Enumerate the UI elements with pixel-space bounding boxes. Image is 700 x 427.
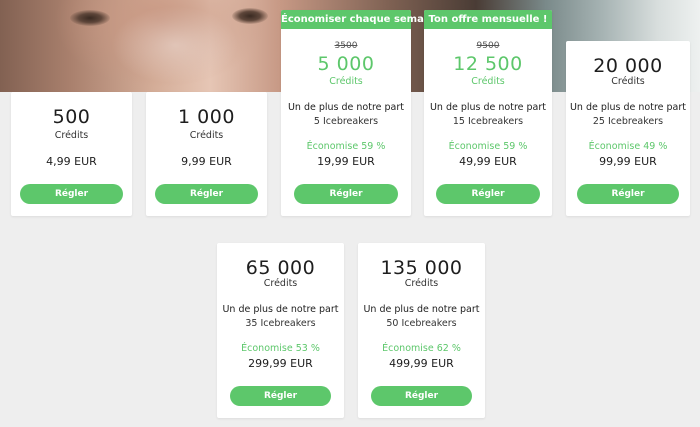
saving-percent: Économise 62 % xyxy=(382,343,461,354)
saving-percent: Économise 53 % xyxy=(241,343,320,354)
credit-amount: 65 000 xyxy=(245,257,316,279)
credit-unit: Crédits xyxy=(404,278,439,289)
credit-amount: 12 500 xyxy=(453,53,523,75)
credit-amount: 5 000 xyxy=(317,53,375,75)
bonus-icebreakers: 25 Icebreakers xyxy=(592,116,664,127)
package-card-135000: 135 000 Crédits Un de plus de notre part… xyxy=(358,243,485,418)
credit-unit: Crédits xyxy=(329,76,363,87)
package-price: 4,99 EUR xyxy=(46,155,97,168)
package-card-20000: 20 000 Crédits Un de plus de notre part … xyxy=(566,41,690,216)
bonus-title: Un de plus de notre part xyxy=(429,102,547,113)
package-price: 19,99 EUR xyxy=(317,155,375,168)
package-price: 99,99 EUR xyxy=(599,155,657,168)
package-price: 499,99 EUR xyxy=(389,357,454,370)
credit-unit: Crédits xyxy=(471,76,505,87)
credit-amount: 135 000 xyxy=(380,257,463,279)
pay-button[interactable]: Régler xyxy=(20,184,123,204)
saving-percent: Économise 59 % xyxy=(306,141,386,152)
package-price: 9,99 EUR xyxy=(181,155,232,168)
bonus-title: Un de plus de notre part xyxy=(363,304,480,315)
old-credit-amount: 3500 xyxy=(334,41,358,51)
promo-banner-monthly: Ton offre mensuelle ! xyxy=(424,10,552,29)
pay-button[interactable]: Régler xyxy=(155,184,258,204)
package-card-500: 500 Crédits 4,99 EUR Régler xyxy=(11,92,132,216)
bonus-title: Un de plus de notre part xyxy=(222,304,339,315)
old-credit-amount: 9500 xyxy=(476,41,500,51)
hero-eye-right xyxy=(232,8,268,24)
bonus-icebreakers: 50 Icebreakers xyxy=(386,318,457,329)
pay-button[interactable]: Régler xyxy=(577,184,679,204)
bonus-title: Un de plus de notre part xyxy=(287,102,405,113)
package-card-1000: 1 000 Crédits 9,99 EUR Régler xyxy=(146,92,267,216)
package-card-5000: Économiser chaque semaine ! 3500 5 000 C… xyxy=(281,10,449,216)
pay-button[interactable]: Régler xyxy=(436,184,540,204)
package-price: 49,99 EUR xyxy=(459,155,517,168)
pay-button[interactable]: Régler xyxy=(371,386,472,406)
bonus-icebreakers: 5 Icebreakers xyxy=(313,116,379,127)
promo-banner-weekly: Économiser chaque semaine ! xyxy=(281,10,449,29)
bonus-icebreakers: 15 Icebreakers xyxy=(452,116,524,127)
package-card-65000: 65 000 Crédits Un de plus de notre part … xyxy=(217,243,344,418)
bonus-icebreakers: 35 Icebreakers xyxy=(245,318,316,329)
credit-amount: 500 xyxy=(52,106,91,128)
credit-unit: Crédits xyxy=(611,76,645,87)
hero-eye-left xyxy=(70,10,110,26)
package-card-12500: Ton offre mensuelle ! 9500 12 500 Crédit… xyxy=(424,10,552,216)
package-price: 299,99 EUR xyxy=(248,357,313,370)
credit-unit: Crédits xyxy=(54,130,89,141)
pay-button[interactable]: Régler xyxy=(230,386,331,406)
saving-percent: Économise 49 % xyxy=(588,141,668,152)
credit-amount: 20 000 xyxy=(593,55,663,77)
pay-button[interactable]: Régler xyxy=(294,184,398,204)
bonus-title: Un de plus de notre part xyxy=(569,102,687,113)
credit-amount: 1 000 xyxy=(178,106,235,128)
saving-percent: Économise 59 % xyxy=(448,141,528,152)
credit-unit: Crédits xyxy=(263,278,298,289)
credit-unit: Crédits xyxy=(189,130,224,141)
